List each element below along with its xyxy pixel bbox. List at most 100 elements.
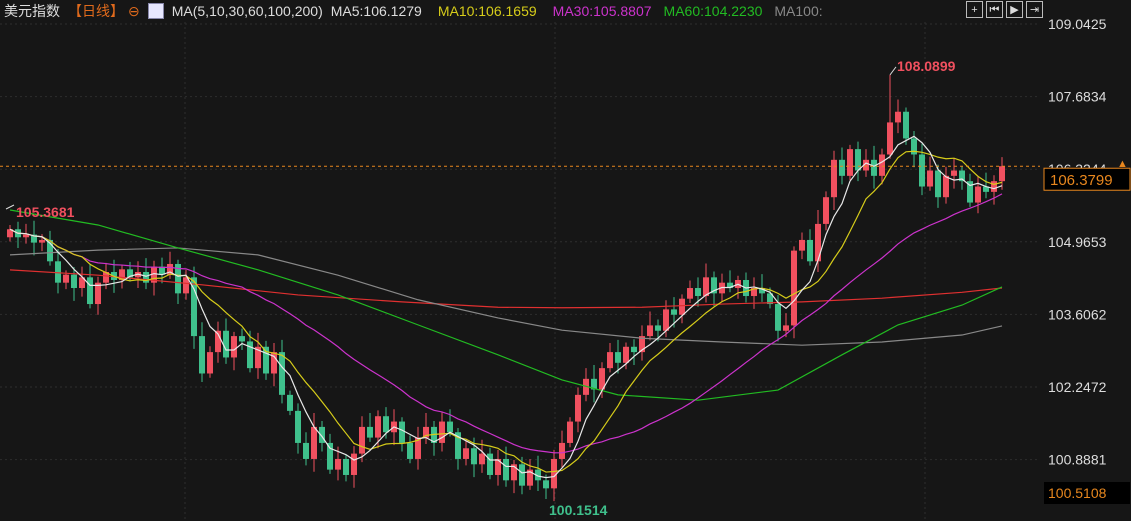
candle-up — [679, 298, 685, 315]
candle-down — [87, 277, 93, 305]
candle-up — [39, 239, 45, 243]
candle-up — [887, 122, 893, 155]
candle-up — [815, 223, 821, 262]
candle-down — [615, 352, 621, 363]
candle-down — [343, 458, 349, 475]
go-end-icon[interactable]: ⇥ — [1026, 1, 1043, 18]
candle-up — [999, 166, 1005, 182]
y-tick-label: 104.9653 — [1048, 234, 1107, 250]
ma30-value: MA30:105.8807 — [552, 3, 652, 19]
candle-down — [383, 416, 389, 433]
candle-down — [471, 448, 477, 465]
ma5-value: MA5:106.1279 — [330, 3, 422, 19]
candle-up — [359, 426, 365, 454]
crosshair-icon[interactable]: + — [966, 1, 983, 18]
candle-down — [223, 330, 229, 358]
left-marker — [5, 204, 15, 210]
chart-canvas[interactable]: 109.0425107.6834106.3244104.9653103.6062… — [0, 0, 1131, 521]
y-tick-label: 100.8881 — [1048, 452, 1107, 468]
candle-up — [791, 250, 797, 326]
high-marker — [889, 66, 897, 76]
chart-header: 美元指数 【日线】 ⊖ MA(5,10,30,60,100,200) MA5:1… — [4, 2, 831, 20]
ma100-value: MA100: — [774, 3, 823, 19]
candle-down — [503, 458, 509, 481]
candle-down — [447, 421, 453, 433]
candle-up — [879, 154, 885, 176]
y-tick-label: 102.2472 — [1048, 379, 1107, 395]
candle-up — [231, 336, 237, 358]
candle-down — [303, 442, 309, 459]
candle-down — [935, 170, 941, 198]
ma200-line — [9, 269, 1003, 309]
candle-up — [975, 186, 981, 203]
candle-up — [567, 421, 573, 443]
candle-up — [663, 309, 669, 331]
candle-down — [399, 421, 405, 443]
candle-up — [687, 288, 693, 299]
candle-down — [71, 274, 77, 289]
ma-settings[interactable]: MA(5,10,30,60,100,200) — [172, 3, 323, 19]
candle-up — [607, 352, 613, 369]
ma100-line — [9, 247, 1003, 346]
ma10-line — [9, 150, 1003, 473]
play-icon[interactable]: ▶ — [1006, 1, 1023, 18]
candle-up — [63, 274, 69, 283]
candle-up — [463, 448, 469, 459]
ma30-line — [9, 193, 1003, 454]
candle-up — [207, 352, 213, 374]
candle-down — [855, 149, 861, 171]
lower-price-label: 100.5108 — [1048, 485, 1107, 501]
candle-up — [23, 234, 29, 238]
candle-up — [927, 170, 933, 187]
kline-chart[interactable]: 109.0425107.6834106.3244104.9653103.6062… — [0, 0, 1131, 521]
candle-up — [943, 175, 949, 198]
candle-up — [895, 111, 901, 123]
candle-up — [823, 197, 829, 224]
candle-down — [519, 464, 525, 486]
candle-up — [439, 421, 445, 443]
y-tick-label: 109.0425 — [1048, 16, 1107, 32]
candle-down — [327, 442, 333, 470]
candle-down — [919, 154, 925, 187]
step-back-icon[interactable]: ⏮ — [986, 1, 1003, 18]
candle-down — [487, 453, 493, 475]
candle-up — [351, 453, 357, 475]
candle-down — [239, 336, 245, 342]
candle-down — [871, 159, 877, 176]
candle-down — [55, 261, 61, 283]
candle-down — [695, 288, 701, 297]
candle-up — [847, 149, 853, 176]
period-selector[interactable]: 【日线】 — [68, 1, 124, 21]
candle-down — [671, 309, 677, 315]
y-tick-label: 107.6834 — [1048, 89, 1107, 105]
candle-down — [287, 394, 293, 411]
candle-down — [775, 304, 781, 331]
candle-down — [199, 336, 205, 374]
candle-up — [951, 170, 957, 176]
ma10-value: MA10:106.1659 — [437, 3, 537, 19]
add-icon[interactable]: ⊖ — [128, 3, 140, 20]
instrument-name: 美元指数 — [4, 3, 60, 19]
y-tick-label: 103.6062 — [1048, 306, 1107, 322]
candle-down — [655, 325, 661, 331]
chart-toolbar: + ⏮ ▶ ⇥ — [966, 1, 1043, 18]
candle-down — [903, 111, 909, 139]
candle-up — [559, 442, 565, 459]
candle-down — [807, 239, 813, 262]
candle-down — [295, 410, 301, 443]
candle-up — [831, 159, 837, 198]
candle-down — [407, 442, 413, 459]
high-annotation: 108.0899 — [897, 58, 956, 74]
candle-up — [335, 458, 341, 470]
candle-down — [631, 346, 637, 353]
current-price-label: 106.3799 — [1050, 172, 1113, 189]
candle-down — [543, 480, 549, 489]
price-marker-icon: ▲ — [1117, 158, 1128, 170]
candle-up — [311, 426, 317, 459]
low-annotation: 100.1514 — [549, 502, 608, 518]
indicator-chart-icon[interactable] — [147, 3, 164, 19]
ma60-line — [9, 209, 1003, 401]
left-annotation: 105.3681 — [16, 204, 75, 220]
candle-down — [279, 352, 285, 395]
candle-up — [575, 394, 581, 422]
